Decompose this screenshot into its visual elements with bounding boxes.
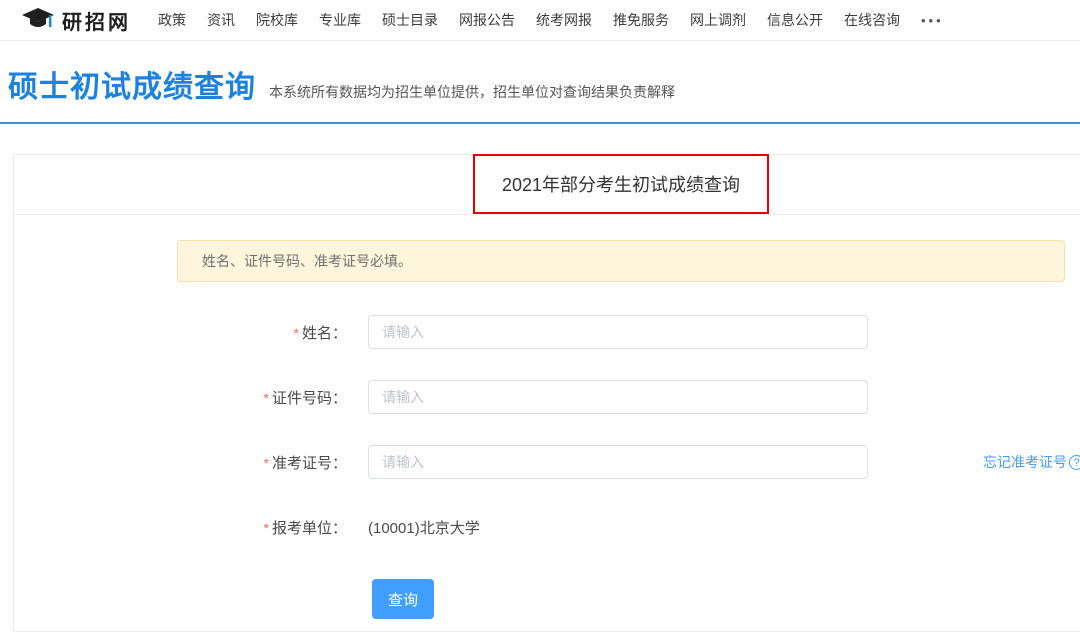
nav-item-policy[interactable]: 政策 bbox=[158, 10, 186, 30]
name-label: *姓名： bbox=[14, 322, 368, 343]
nav-item-college-library[interactable]: 院校库 bbox=[256, 10, 298, 30]
nav-item-master-catalog[interactable]: 硕士目录 bbox=[382, 10, 438, 30]
main-menu: 政策 资讯 院校库 专业库 硕士目录 网报公告 统考网报 推免服务 网上调剂 信… bbox=[158, 10, 944, 30]
id-number-label: *证件号码： bbox=[14, 387, 368, 408]
graduation-cap-icon bbox=[21, 7, 55, 33]
forgot-ticket-link[interactable]: 忘记准考证号 ? bbox=[983, 452, 1080, 472]
page-subtitle: 本系统所有数据均为招生单位提供，招生单位对查询结果负责解释 bbox=[269, 82, 675, 102]
admission-ticket-input[interactable] bbox=[368, 445, 868, 479]
forgot-ticket-link-text: 忘记准考证号 bbox=[983, 452, 1067, 472]
required-asterisk: * bbox=[264, 520, 269, 536]
page-heading: 硕士初试成绩查询 本系统所有数据均为招生单位提供，招生单位对查询结果负责解释 bbox=[0, 41, 1080, 106]
nav-item-exemption-service[interactable]: 推免服务 bbox=[613, 10, 669, 30]
question-circle-icon: ? bbox=[1069, 455, 1080, 470]
admission-ticket-label-text: 准考证号： bbox=[272, 455, 347, 472]
name-input[interactable] bbox=[368, 315, 868, 349]
submit-row: 查询 bbox=[14, 579, 1080, 619]
site-logo[interactable]: 研招网 bbox=[21, 6, 131, 35]
page-title: 硕士初试成绩查询 bbox=[8, 62, 256, 106]
target-unit-label-text: 报考单位： bbox=[272, 520, 347, 537]
required-fields-notice: 姓名、证件号码、准考证号必填。 bbox=[177, 240, 1065, 282]
admission-ticket-label: *准考证号： bbox=[14, 452, 368, 473]
required-asterisk: * bbox=[264, 455, 269, 471]
nav-item-info-disclosure[interactable]: 信息公开 bbox=[767, 10, 823, 30]
target-unit-value: (10001)北京大学 bbox=[368, 517, 480, 538]
name-label-text: 姓名： bbox=[302, 325, 347, 342]
required-asterisk: * bbox=[264, 390, 269, 406]
nav-more-ellipsis-icon[interactable]: ••• bbox=[921, 13, 944, 28]
annotation-red-box: 2021年部分考生初试成绩查询 bbox=[473, 154, 769, 214]
query-submit-button[interactable]: 查询 bbox=[372, 579, 434, 619]
nav-item-unified-exam-report[interactable]: 统考网报 bbox=[536, 10, 592, 30]
top-navigation: 研招网 政策 资讯 院校库 专业库 硕士目录 网报公告 统考网报 推免服务 网上… bbox=[0, 0, 1080, 41]
target-unit-label: *报考单位： bbox=[14, 517, 368, 538]
id-number-input[interactable] bbox=[368, 380, 868, 414]
nav-item-online-report-notice[interactable]: 网报公告 bbox=[459, 10, 515, 30]
site-logo-text: 研招网 bbox=[62, 6, 131, 35]
id-number-label-text: 证件号码： bbox=[272, 390, 347, 407]
panel-header: 2021年部分考生初试成绩查询 bbox=[14, 155, 1080, 215]
blue-divider bbox=[0, 122, 1080, 124]
nav-item-online-adjustment[interactable]: 网上调剂 bbox=[690, 10, 746, 30]
score-query-panel: 2021年部分考生初试成绩查询 姓名、证件号码、准考证号必填。 *姓名： *证件… bbox=[13, 154, 1080, 632]
nav-item-online-consult[interactable]: 在线咨询 bbox=[844, 10, 900, 30]
form-row-name: *姓名： bbox=[14, 315, 1080, 349]
required-asterisk: * bbox=[294, 325, 299, 341]
form-row-target-unit: *报考单位： (10001)北京大学 bbox=[14, 510, 1080, 544]
form-row-id-number: *证件号码： bbox=[14, 380, 1080, 414]
score-query-form: *姓名： *证件号码： *准考证号： 忘记准考证号 ? *报考单位： (1 bbox=[14, 315, 1080, 619]
form-row-admission-ticket: *准考证号： 忘记准考证号 ? bbox=[14, 445, 1080, 479]
panel-title: 2021年部分考生初试成绩查询 bbox=[502, 171, 740, 197]
nav-item-major-library[interactable]: 专业库 bbox=[319, 10, 361, 30]
nav-item-news[interactable]: 资讯 bbox=[207, 10, 235, 30]
